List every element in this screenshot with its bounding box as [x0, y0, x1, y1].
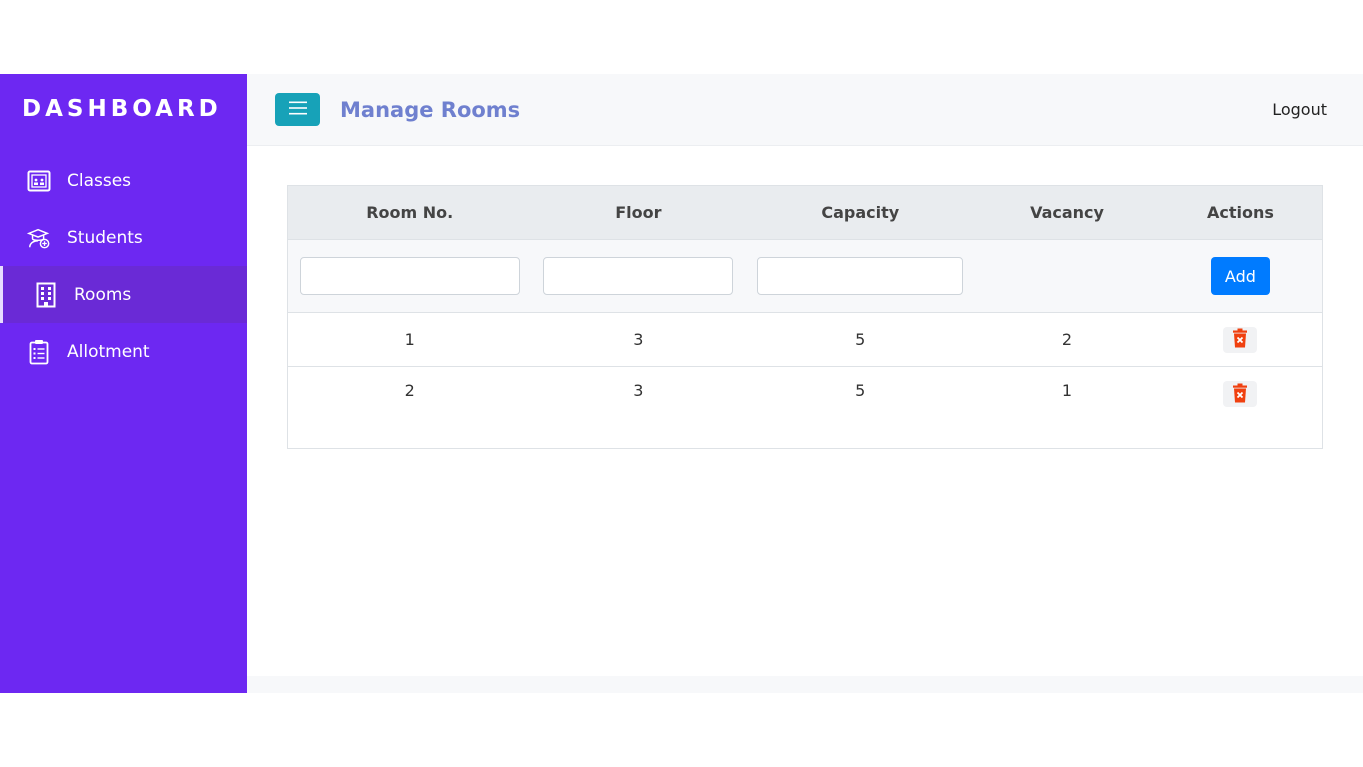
room-no-input[interactable]: [299, 257, 520, 295]
column-header-room-no: Room No.: [287, 185, 532, 240]
floor-input[interactable]: [543, 257, 734, 295]
capacity-cell: [745, 239, 976, 313]
sidebar-item-label: Classes: [67, 170, 132, 191]
vacancy-cell: [975, 239, 1159, 313]
sidebar-brand: DASHBOARD: [22, 96, 222, 122]
column-header-capacity: Capacity: [745, 185, 976, 240]
sidebar-item-label: Rooms: [74, 284, 132, 305]
add-room-form-row: Add: [287, 239, 1323, 313]
room-no-value: 1: [287, 312, 532, 367]
content-area: Room No. Floor Capacity Vacancy Actions: [247, 146, 1363, 449]
page-title: Manage Rooms: [340, 97, 521, 122]
class-board-icon: [27, 169, 51, 193]
sidebar-toggle-button[interactable]: [275, 93, 320, 126]
floor-value: 3: [531, 312, 746, 367]
delete-room-button[interactable]: [1223, 326, 1258, 353]
vacancy-value: 1: [975, 366, 1159, 449]
capacity-value: 5: [745, 366, 976, 449]
capacity-input[interactable]: [757, 257, 964, 295]
vacancy-value: 2: [975, 312, 1159, 367]
add-room-button[interactable]: Add: [1210, 257, 1270, 295]
sidebar-item-rooms[interactable]: Rooms: [0, 266, 247, 323]
sidebar: DASHBOARD Classes Students Rooms Allotme…: [0, 74, 247, 693]
sidebar-nav: Classes Students Rooms Allotment: [0, 152, 247, 380]
sidebar-item-students[interactable]: Students: [0, 209, 247, 266]
column-header-actions: Actions: [1158, 185, 1323, 240]
table-header-row: Room No. Floor Capacity Vacancy Actions: [287, 185, 1323, 240]
table-row: 2 3 5 1: [287, 366, 1323, 449]
hamburger-icon: [288, 100, 308, 119]
footer-strip: [247, 676, 1363, 693]
top-bar: Manage Rooms Logout: [247, 74, 1363, 146]
row-actions: [1158, 312, 1323, 367]
floor-cell: [531, 239, 746, 313]
capacity-value: 5: [745, 312, 976, 367]
delete-room-button[interactable]: [1223, 381, 1258, 407]
building-icon: [34, 282, 58, 307]
actions-cell: Add: [1158, 239, 1323, 313]
trash-delete-icon: [1232, 383, 1248, 406]
graduate-icon: [27, 226, 51, 250]
room-no-cell: [287, 239, 532, 313]
logout-link[interactable]: Logout: [1272, 100, 1327, 119]
sidebar-item-label: Allotment: [67, 341, 150, 362]
sidebar-item-allotment[interactable]: Allotment: [0, 323, 247, 380]
clipboard-icon: [27, 339, 51, 364]
sidebar-item-classes[interactable]: Classes: [0, 152, 247, 209]
sidebar-item-label: Students: [67, 227, 143, 248]
floor-value: 3: [531, 366, 746, 449]
trash-delete-icon: [1232, 328, 1248, 351]
main-panel: Manage Rooms Logout Room No. Floor Capac…: [247, 74, 1363, 693]
table-row: 1 3 5 2: [287, 312, 1323, 367]
column-header-floor: Floor: [531, 185, 746, 240]
room-no-value: 2: [287, 366, 532, 449]
column-header-vacancy: Vacancy: [975, 185, 1159, 240]
row-actions: [1158, 366, 1323, 449]
app-shell: DASHBOARD Classes Students Rooms Allotme…: [0, 74, 1363, 693]
rooms-table: Room No. Floor Capacity Vacancy Actions: [287, 185, 1323, 449]
